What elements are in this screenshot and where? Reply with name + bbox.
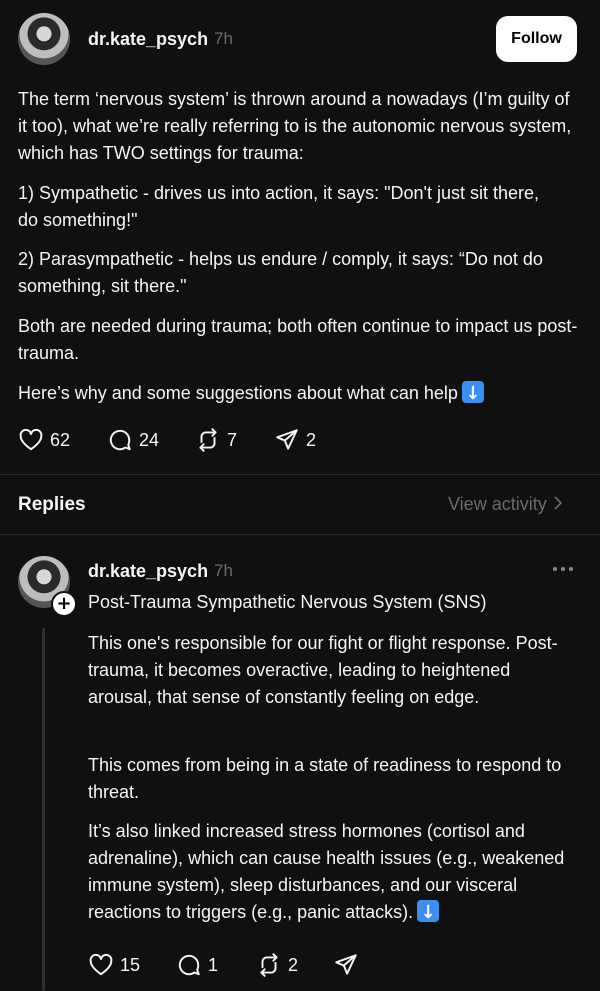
repost-button[interactable]: 7 xyxy=(195,427,237,453)
post-paragraph: 1) Sympathetic - drives us into action, … xyxy=(18,183,540,230)
comment-button[interactable]: 24 xyxy=(107,427,159,453)
thread-line xyxy=(42,628,45,991)
plus-icon[interactable]: + xyxy=(51,591,77,617)
share-count: 2 xyxy=(306,429,317,450)
like-count: 62 xyxy=(50,429,71,450)
reply-comment-count: 1 xyxy=(208,954,219,975)
divider xyxy=(0,534,600,535)
view-activity-link[interactable]: View activity xyxy=(448,494,563,515)
repost-count: 7 xyxy=(227,429,238,450)
post-paragraph-text: Here’s why and some suggestions about wh… xyxy=(18,383,458,403)
reply-paragraph-text: It’s also linked increased stress hormon… xyxy=(88,821,565,922)
comment-icon xyxy=(176,952,202,978)
reply-time: 7h xyxy=(214,561,233,580)
view-activity-label: View activity xyxy=(448,494,547,514)
repost-icon xyxy=(195,427,221,453)
chevron-right-icon xyxy=(553,494,563,515)
replies-title: Replies xyxy=(18,494,86,515)
reply-paragraph-last: It’s also linked increased stress hormon… xyxy=(88,818,583,926)
comment-count: 24 xyxy=(139,429,160,450)
reply-author-username[interactable]: dr.kate_psych xyxy=(88,561,208,582)
heart-icon xyxy=(18,427,44,453)
post-paragraph-last: Here’s why and some suggestions about wh… xyxy=(18,380,578,407)
author-username[interactable]: dr.kate_psych xyxy=(88,29,208,50)
comment-icon xyxy=(107,427,133,453)
reply-paragraph: This one's responsible for our fight or … xyxy=(88,633,558,707)
share-button[interactable]: 2 xyxy=(274,427,316,453)
reply-like-button[interactable]: 15 xyxy=(88,952,140,978)
like-button[interactable]: 62 xyxy=(18,427,70,453)
follow-button[interactable]: Follow xyxy=(496,16,577,62)
post-time: 7h xyxy=(214,29,233,48)
post-paragraph: The term ‘nervous system’ is thrown arou… xyxy=(18,89,572,163)
author-avatar[interactable] xyxy=(18,13,70,65)
repost-icon xyxy=(256,952,282,978)
reply-repost-count: 2 xyxy=(288,954,299,975)
reply-repost-button[interactable]: 2 xyxy=(256,952,298,978)
reply-paragraph: This comes from being in a state of read… xyxy=(88,755,562,802)
reply-share-button[interactable] xyxy=(333,952,359,978)
down-arrow-emoji-icon xyxy=(461,380,484,407)
reply-like-count: 15 xyxy=(120,954,141,975)
share-icon xyxy=(333,952,359,978)
reply-title: Post-Trauma Sympathetic Nervous System (… xyxy=(88,592,487,612)
more-icon[interactable] xyxy=(553,567,573,571)
post-paragraph: Both are needed during trauma; both ofte… xyxy=(18,316,578,363)
share-icon xyxy=(274,427,300,453)
down-arrow-emoji-icon xyxy=(417,899,440,926)
heart-icon xyxy=(88,952,114,978)
divider xyxy=(0,474,600,475)
reply-comment-button[interactable]: 1 xyxy=(176,952,218,978)
post-paragraph: 2) Parasympathetic - helps us endure / c… xyxy=(18,249,543,296)
